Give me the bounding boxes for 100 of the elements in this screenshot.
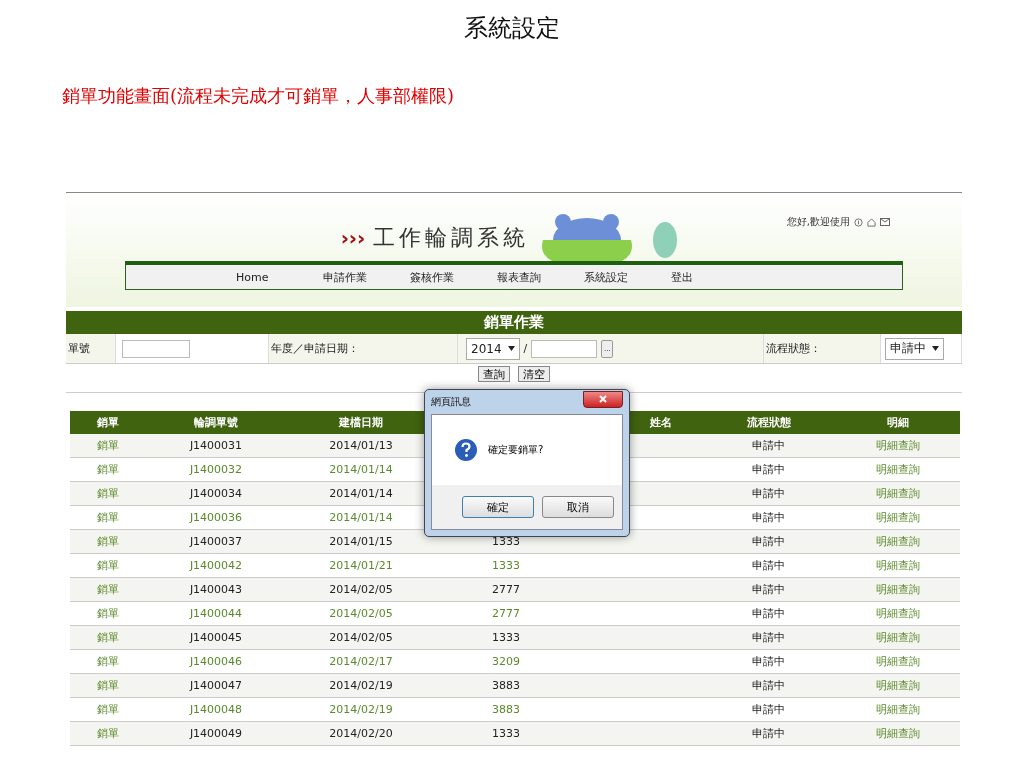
table-cell: 申請中 [752,558,785,573]
cancel-link[interactable]: 銷單 [97,438,119,453]
table-cell: 2014/01/14 [329,487,393,500]
detail-link[interactable]: 明細查詢 [876,510,920,525]
cancel-button[interactable]: 取消 [542,496,614,518]
cancel-link[interactable]: 銷單 [97,462,119,477]
detail-link[interactable]: 明細查詢 [876,438,920,453]
detail-link[interactable]: 明細查詢 [876,582,920,597]
browse-button[interactable]: ... [601,339,614,358]
nav-link[interactable]: 報表查詢 [497,269,584,285]
clear-button[interactable]: 清空 [518,366,550,382]
table-cell: 申請中 [752,654,785,669]
home-icon[interactable] [867,217,876,227]
detail-link[interactable]: 明細查詢 [876,606,920,621]
column-header: 明細 [887,415,909,430]
table-cell: 3209 [492,655,520,668]
cancel-link[interactable]: 銷單 [97,726,119,741]
system-name: 工作輪調系統 [373,224,530,252]
cancel-link[interactable]: 銷單 [97,534,119,549]
table-cell: J1400032 [189,463,243,476]
table-cell: 2777 [492,607,520,620]
table-cell: 3883 [492,679,520,692]
table-cell: 2014/02/19 [329,679,393,692]
status-select[interactable]: 申請中 [885,337,944,360]
search-button[interactable]: 查詢 [478,366,510,382]
dialog-message: 確定要銷單? [488,443,544,457]
close-icon [599,395,607,403]
table-cell: 3883 [492,703,520,716]
date-field[interactable] [531,339,598,358]
cancel-link[interactable]: 銷單 [97,558,119,573]
detail-link[interactable]: 明細查詢 [876,630,920,645]
table-cell: 申請中 [752,438,785,453]
table-cell: J1400031 [189,439,243,452]
detail-link[interactable]: 明細查詢 [876,654,920,669]
cancel-link[interactable]: 銷單 [97,702,119,717]
table-cell: 申請中 [752,534,785,549]
arrows-mark: ››› [340,226,366,250]
table-cell: 1333 [492,631,520,644]
column-header: 銷單 [97,415,119,430]
info-icon[interactable] [854,217,863,227]
table-cell: 2014/01/21 [329,559,393,572]
table-cell: J1400034 [189,487,243,500]
table-cell: 申請中 [752,606,785,621]
slash-text: / [523,342,528,355]
nav-link[interactable]: 申請作業 [323,269,410,285]
table-cell: 2014/01/14 [329,511,393,524]
caret-icon [932,346,939,351]
nav-link[interactable]: 系統設定 [584,269,671,285]
close-button[interactable] [583,390,623,408]
table-cell: 1333 [492,535,520,548]
detail-link[interactable]: 明細查詢 [876,486,920,501]
cancel-link[interactable]: 銷單 [97,630,119,645]
panel-title: 銷單作業 [66,311,962,334]
greeting-text: 您好,歡迎使用 [786,215,850,229]
cancel-link[interactable]: 銷單 [97,606,119,621]
cancel-link[interactable]: 銷單 [97,582,119,597]
slide-subtitle: 銷單功能畫面(流程未完成才可銷單，人事部權限) [62,84,455,108]
table-cell: 申請中 [752,726,785,741]
ok-button[interactable]: 確定 [462,496,534,518]
detail-link[interactable]: 明細查詢 [876,726,920,741]
detail-link[interactable]: 明細查詢 [876,558,920,573]
table-cell: 1333 [492,559,520,572]
detail-link[interactable]: 明細查詢 [876,702,920,717]
table-cell: 2014/01/14 [329,463,393,476]
table-cell: 申請中 [752,678,785,693]
table-cell: 申請中 [752,702,785,717]
question-icon [454,438,478,462]
year-select[interactable]: 2014 [466,337,520,360]
detail-link[interactable]: 明細查詢 [876,462,920,477]
dialog-title: 網頁訊息 [431,395,471,409]
nav-link[interactable]: 簽核作業 [410,269,497,285]
order-field[interactable] [122,339,190,358]
nav-link[interactable]: 登出 [671,269,758,285]
order-label: 單號 [68,341,90,356]
table-cell: J1400049 [189,727,243,740]
column-header: 建檔日期 [339,415,383,430]
table-cell: 1333 [492,727,520,740]
cancel-link[interactable]: 銷單 [97,678,119,693]
table-cell: 2014/02/05 [329,607,393,620]
table-cell: 2014/02/20 [329,727,393,740]
cancel-link[interactable]: 銷單 [97,486,119,501]
table-cell: 2014/02/17 [329,655,393,668]
column-header: 流程狀態 [746,415,791,430]
table-cell: 申請中 [752,582,785,597]
table-cell: 2014/02/19 [329,703,393,716]
nav-link[interactable]: Home [236,270,323,284]
slide-title: 系統設定 [464,13,560,44]
cancel-link[interactable]: 銷單 [97,510,119,525]
detail-link[interactable]: 明細查詢 [876,534,920,549]
detail-link[interactable]: 明細查詢 [876,678,920,693]
table-cell: 2014/02/05 [329,631,393,644]
table-cell: J1400045 [189,631,243,644]
table-cell: J1400046 [189,655,243,668]
cancel-link[interactable]: 銷單 [97,654,119,669]
column-header: 姓名 [650,415,672,430]
mail-icon[interactable] [880,218,890,226]
table-cell: J1400043 [189,583,243,596]
table-cell: J1400037 [189,535,243,548]
table-cell: 2014/02/05 [329,583,393,596]
table-cell: 2014/01/15 [329,535,393,548]
